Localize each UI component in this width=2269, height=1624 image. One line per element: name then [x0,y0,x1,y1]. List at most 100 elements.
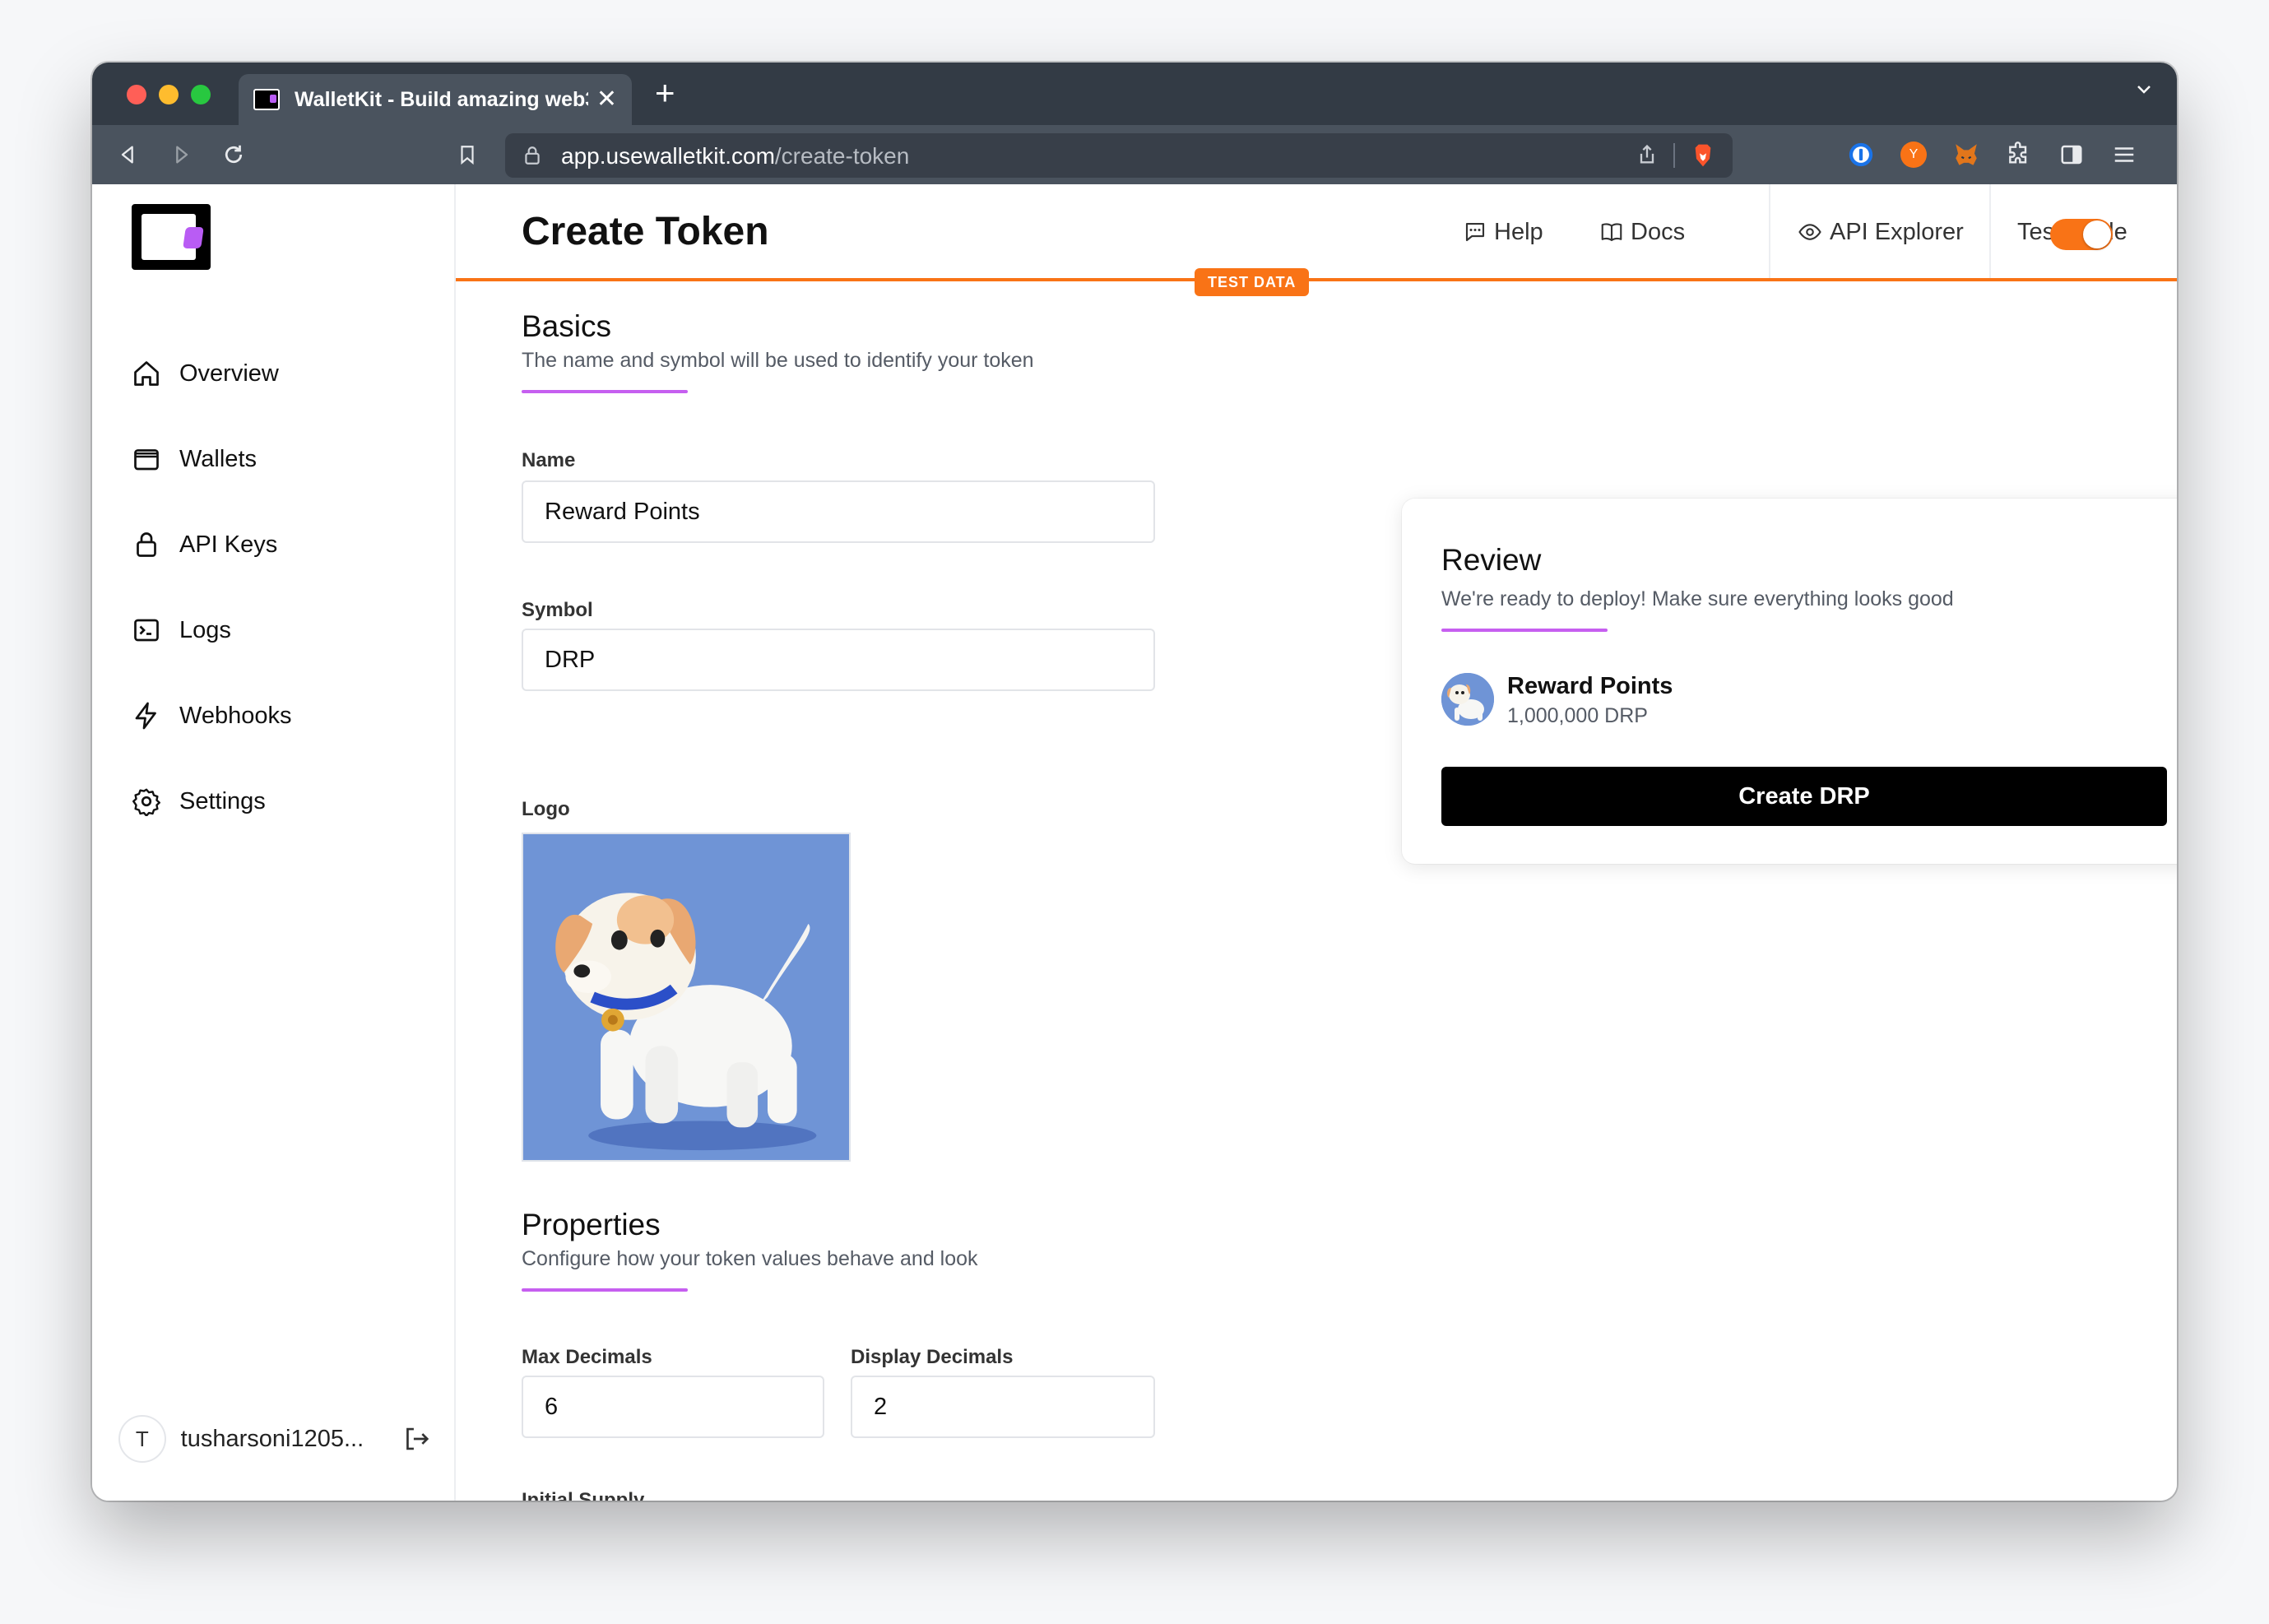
review-token-name: Reward Points [1507,673,1673,699]
token-logo-upload[interactable] [522,833,851,1162]
close-tab-icon[interactable]: ✕ [596,87,617,112]
address-bar[interactable]: app.usewalletkit.com/create-token [505,133,1733,178]
review-underline [1441,629,1608,632]
sidebar-item-settings[interactable]: Settings [132,777,266,826]
app-root: Overview Wallets API Keys Logs Webhooks … [92,184,2177,1501]
lock-icon [525,146,540,165]
reload-button[interactable] [216,137,252,173]
header-divider [1989,184,1991,278]
brave-shields-icon[interactable] [1690,142,1716,169]
puppy-thumbnail-icon [1441,673,1494,726]
bookmark-button[interactable] [449,137,485,173]
forward-arrow-icon [176,146,188,164]
review-subtitle: We're ready to deploy! Make sure everyth… [1441,587,1954,610]
max-decimals-input[interactable]: 6 [522,1376,824,1438]
terminal-icon [134,619,159,642]
chevron-down-icon[interactable] [2134,79,2154,104]
extension-badge-icon[interactable]: Y [1897,138,1930,171]
menu-icon[interactable] [2108,138,2141,171]
sidebar-item-overview[interactable]: Overview [132,349,279,398]
back-arrow-icon [121,146,133,164]
walletkit-favicon-icon [253,89,280,110]
puppy-image [523,834,849,1160]
sidebar-item-label: Overview [179,360,279,387]
puzzle-extensions-icon[interactable] [2002,138,2035,171]
new-tab-button[interactable]: + [655,76,675,110]
test-mode-toggle[interactable] [2050,219,2113,250]
url-separator [1673,143,1675,168]
basics-subtitle: The name and symbol will be used to iden… [522,349,1034,372]
token-avatar [1441,673,1494,726]
header-divider [1769,184,1770,278]
minimize-window-button[interactable] [159,85,179,104]
browser-tab[interactable]: WalletKit - Build amazing web3 ✕ [239,74,632,125]
home-icon [134,361,159,386]
help-link[interactable]: Help [1463,214,1543,250]
sidebar-item-label: API Keys [179,531,278,558]
user-account[interactable]: T tusharsoni1205... [118,1413,431,1464]
extension-badge-label: Y [1900,142,1927,168]
sidebar-item-webhooks[interactable]: Webhooks [132,691,292,740]
chat-bubble-icon [1465,222,1485,242]
sidebar-item-logs[interactable]: Logs [132,606,231,655]
display-decimals-input[interactable]: 2 [851,1376,1155,1438]
walletkit-logo[interactable] [132,204,211,270]
basics-title: Basics [522,309,611,343]
initial-supply-label: Initial Supply [522,1489,645,1501]
browser-window: WalletKit - Build amazing web3 ✕ + app.u… [92,63,2177,1501]
bookmark-icon [461,146,474,165]
create-token-button[interactable]: Create DRP [1441,767,2167,826]
main-content: Create Token Help Docs API Explorer Test… [456,184,2177,1501]
reload-icon [225,145,243,164]
tab-title: WalletKit - Build amazing web3 [295,87,588,111]
sidebar-item-wallets[interactable]: Wallets [132,434,257,484]
share-icon[interactable] [1636,142,1659,168]
review-token-supply: 1,000,000 DRP [1507,704,1648,727]
url-text: app.usewalletkit.com/create-token [561,143,909,169]
api-explorer-link[interactable]: API Explorer [1797,214,1964,250]
sidebar-item-label: Webhooks [179,702,292,729]
wallet-icon [134,449,159,471]
url-domain: app.usewalletkit.com [561,143,775,169]
sidebar-item-label: Wallets [179,445,257,472]
tab-bar: WalletKit - Build amazing web3 ✕ + [92,63,2177,125]
sidebar-item-label: Logs [179,616,231,643]
name-label: Name [522,449,576,471]
max-decimals-label: Max Decimals [522,1346,652,1368]
logo-label: Logo [522,798,570,820]
review-card: Review We're ready to deploy! Make sure … [1402,499,2177,864]
name-input[interactable]: Reward Points [522,480,1155,543]
gear-icon [132,788,160,816]
symbol-input[interactable]: DRP [522,629,1155,691]
basics-underline [522,390,688,393]
test-data-badge: TEST DATA [1195,268,1310,296]
forward-button[interactable] [163,137,199,173]
password-manager-icon[interactable] [1844,138,1877,171]
properties-title: Properties [522,1208,661,1241]
book-icon [1601,223,1622,242]
page-header: Create Token Help Docs API Explorer Test… [456,184,2177,281]
logout-icon[interactable] [401,1424,431,1454]
docs-link[interactable]: Docs [1599,214,1685,250]
url-path: /create-token [774,143,910,169]
sidebar-item-label: Settings [179,787,266,814]
properties-underline [522,1288,688,1292]
back-button[interactable] [110,137,146,173]
help-label: Help [1494,218,1543,245]
sidebar-item-api-keys[interactable]: API Keys [132,520,277,569]
browser-toolbar: app.usewalletkit.com/create-token Y [92,125,2177,184]
user-name: tusharsoni1205... [180,1425,364,1452]
docs-label: Docs [1631,218,1686,245]
metamask-fox-icon[interactable] [1950,138,1983,171]
display-decimals-label: Display Decimals [851,1346,1014,1368]
eye-icon [1798,224,1821,240]
sidebar-toggle-icon[interactable] [2055,138,2088,171]
maximize-window-button[interactable] [191,85,211,104]
lock-icon [137,532,156,557]
close-window-button[interactable] [127,85,146,104]
bolt-icon [135,702,156,730]
avatar: T [118,1415,166,1463]
review-title: Review [1441,543,1542,577]
sidebar: Overview Wallets API Keys Logs Webhooks … [92,184,456,1501]
api-explorer-label: API Explorer [1830,218,1964,245]
